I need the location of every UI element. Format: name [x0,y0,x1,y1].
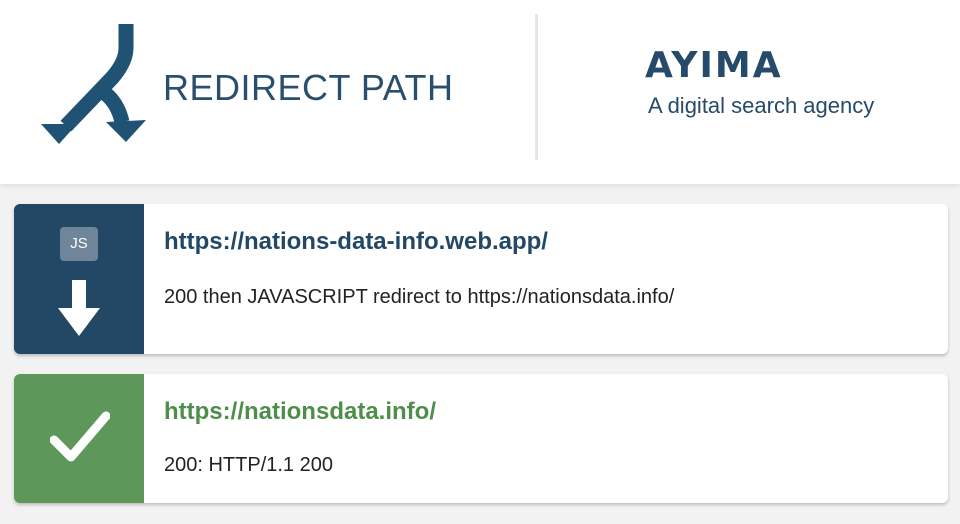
success-status-tile [14,374,144,503]
redirect-status-tile: JS [14,204,144,354]
arrow-down-icon [58,280,100,336]
redirect-hop-card: JS https://nations-data-info.web.app/ 20… [14,204,948,354]
product-title: REDIRECT PATH [163,67,454,108]
header-divider [535,14,538,160]
split-arrow-icon [41,24,146,144]
checkmark-icon [50,411,110,462]
final-hop-card: https://nationsdata.info/ 200: HTTP/1.1 … [14,374,948,503]
ayima-logo[interactable]: AYIMA [645,48,783,84]
js-badge: JS [60,227,98,261]
redirect-status-text: 200 then JAVASCRIPT redirect to https://… [164,286,675,308]
redirect-url-link[interactable]: https://nations-data-info.web.app/ [164,228,548,256]
final-status-text: 200: HTTP/1.1 200 [164,454,333,476]
header: REDIRECT PATH AYIMA A digital search age… [0,0,960,184]
final-url-link[interactable]: https://nationsdata.info/ [164,398,436,426]
ayima-tagline: A digital search agency [648,93,875,118]
